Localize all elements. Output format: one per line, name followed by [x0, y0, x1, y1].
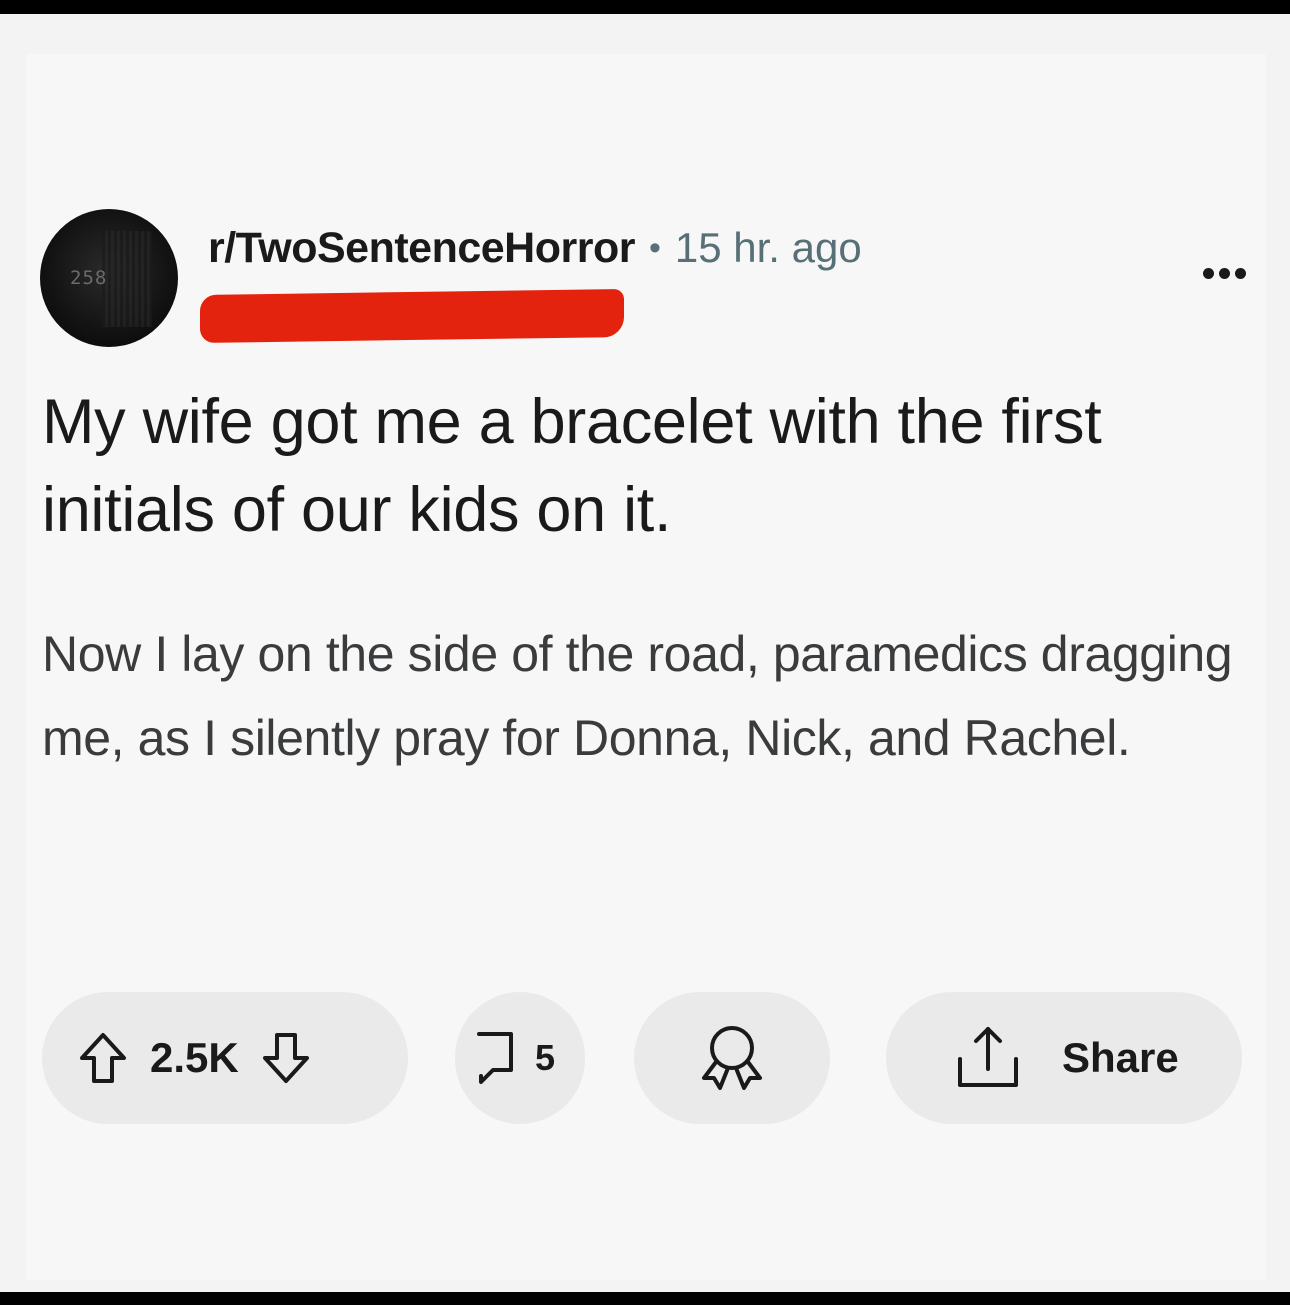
comment-bubble-icon	[473, 1028, 517, 1088]
downvote-icon[interactable]	[261, 1031, 311, 1085]
award-button[interactable]	[634, 992, 830, 1124]
post-meta: r/TwoSentenceHorror • 15 hr. ago	[208, 222, 862, 274]
subreddit-avatar[interactable]: 258	[40, 209, 178, 347]
avatar-pattern	[102, 231, 152, 327]
share-upload-icon	[948, 1023, 1028, 1093]
vote-bar: 2.5K	[42, 992, 408, 1124]
comment-count: 5	[535, 1037, 556, 1078]
more-dot-icon	[1235, 267, 1246, 279]
post-body: Now I lay on the side of the road, param…	[42, 626, 1233, 766]
share-button[interactable]: Share	[886, 992, 1242, 1124]
award-ribbon-icon	[692, 1022, 772, 1094]
vote-count: 2.5K	[150, 1034, 239, 1081]
comments-button[interactable]: 5	[455, 992, 585, 1124]
more-dot-icon	[1203, 267, 1214, 279]
more-options-button[interactable]	[1203, 263, 1263, 283]
share-label: Share	[1062, 1034, 1179, 1081]
post-timestamp: 15 hr. ago	[674, 224, 862, 271]
upvote-icon[interactable]	[78, 1031, 128, 1085]
redacted-username	[200, 289, 624, 343]
more-dot-icon	[1219, 267, 1230, 279]
avatar-label: 258	[70, 267, 108, 289]
subreddit-link[interactable]: r/TwoSentenceHorror	[208, 224, 635, 273]
post-title[interactable]: My wife got me a bracelet with the first…	[42, 378, 1262, 554]
meta-separator: •	[648, 228, 661, 267]
